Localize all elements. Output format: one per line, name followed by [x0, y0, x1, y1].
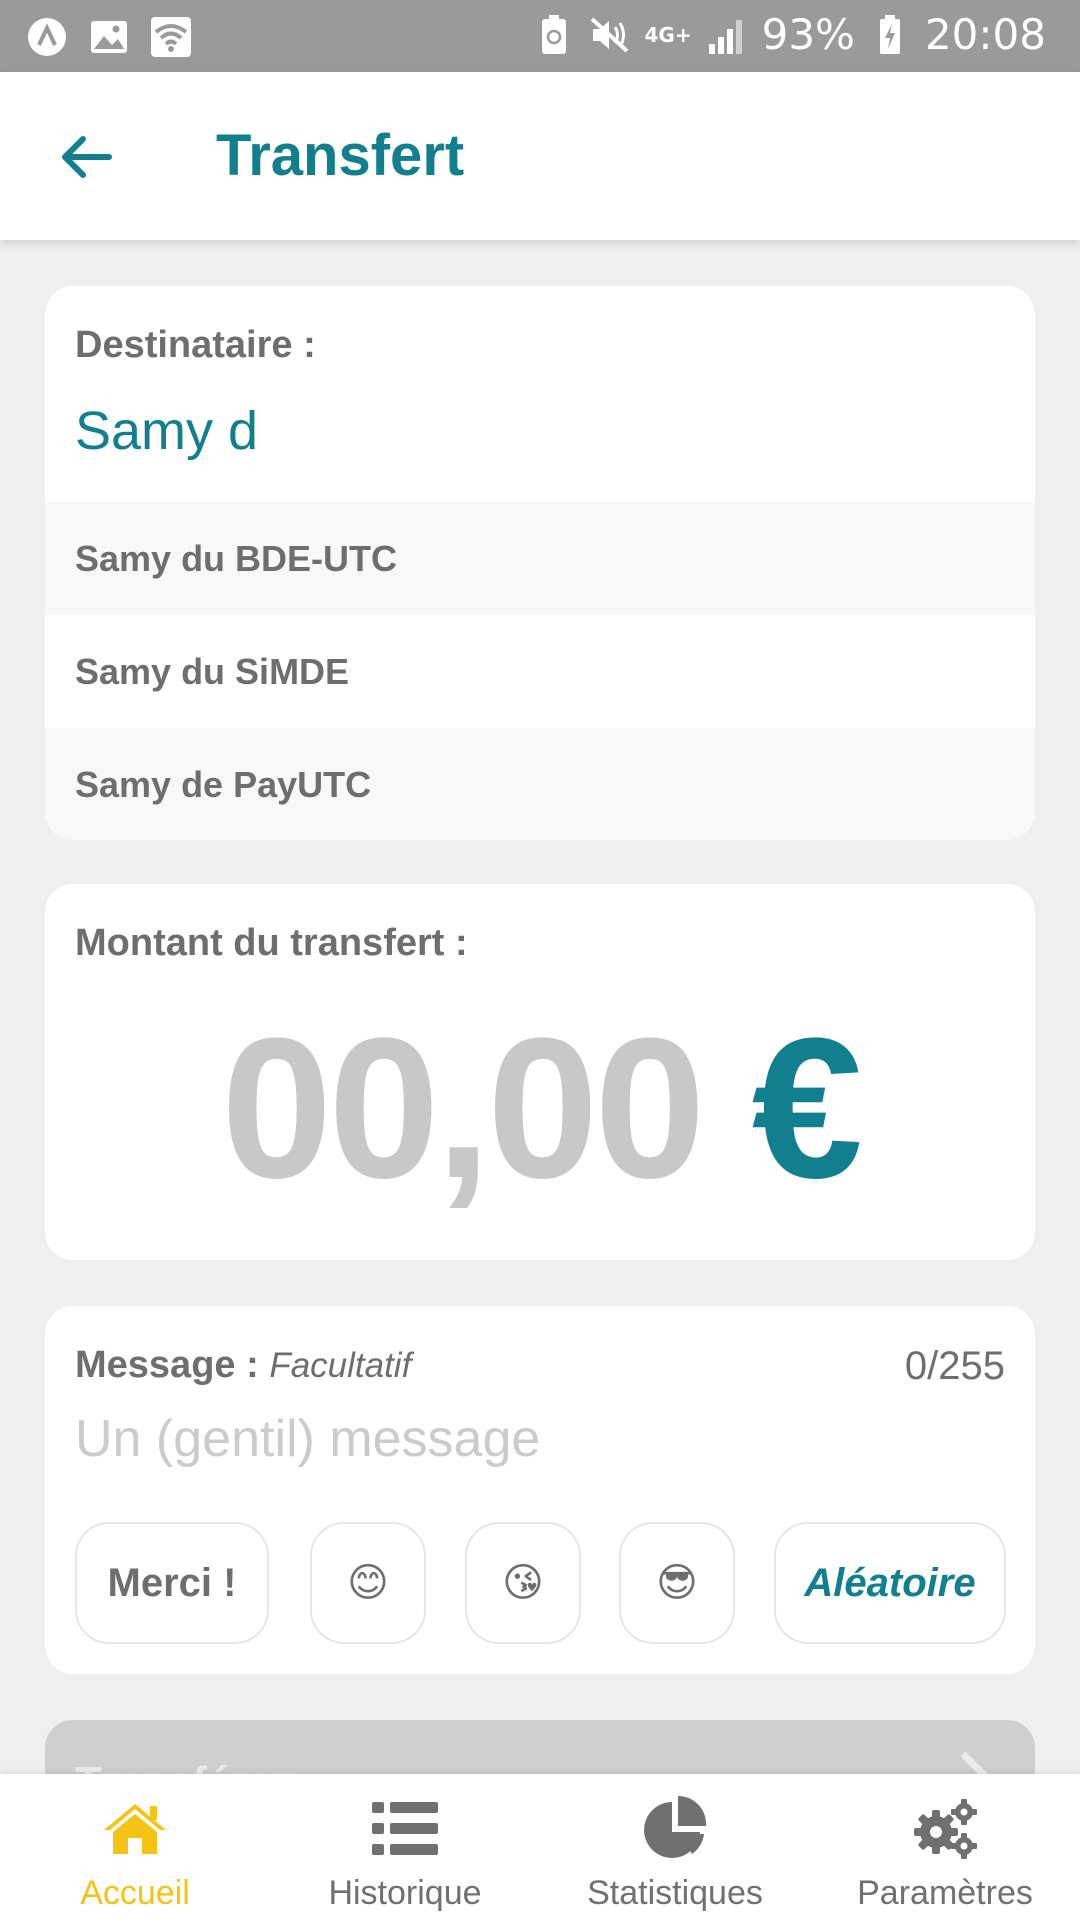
battery-percent: 93%: [761, 10, 855, 59]
home-icon: [104, 1804, 166, 1854]
bottom-navigation: Accueil Historique Statistiques Paramètr…: [0, 1774, 1080, 1920]
kiss-emoji-chip[interactable]: 😘: [465, 1522, 581, 1644]
clock: 20:08: [924, 10, 1046, 59]
back-arrow-icon: [62, 136, 112, 178]
recipient-card: Destinataire : Samy d Samy du BDE-UTC Sa…: [45, 286, 1035, 840]
image-notification-icon: [88, 16, 130, 58]
amount-label: Montant du transfert :: [75, 922, 468, 964]
sunglasses-emoji-chip[interactable]: 😎: [619, 1522, 735, 1644]
recipient-suggestion[interactable]: Samy de PayUTC: [45, 728, 1035, 840]
pie-chart-icon: [644, 1795, 707, 1858]
recipient-suggestion[interactable]: Samy du BDE-UTC: [45, 502, 1035, 615]
character-counter: 0/255: [904, 1344, 1005, 1388]
message-optional-hint: Facultatif: [269, 1346, 412, 1385]
recipient-suggestion[interactable]: Samy du SiMDE: [45, 615, 1035, 728]
back-button[interactable]: [50, 122, 120, 192]
message-input[interactable]: [75, 1404, 1005, 1474]
message-card: Message : Facultatif 0/255 Merci ! 😊 😘 😎…: [45, 1306, 1035, 1674]
amount-input[interactable]: 00,00 €: [45, 994, 1035, 1224]
nav-label-accueil: Accueil: [80, 1874, 190, 1912]
smile-emoji-chip[interactable]: 😊: [310, 1522, 426, 1644]
nav-item-statistiques[interactable]: Statistiques: [540, 1774, 810, 1920]
amount-value: 00,00: [221, 997, 705, 1220]
wifi-notification-icon: [150, 16, 192, 58]
message-label-text: Message :: [75, 1344, 259, 1386]
nav-item-parametres[interactable]: Paramètres: [810, 1774, 1080, 1920]
battery-charging-icon: [869, 14, 911, 56]
message-label: Message : Facultatif: [75, 1344, 411, 1387]
recipient-label: Destinataire :: [75, 324, 316, 366]
nav-label-historique: Historique: [328, 1874, 482, 1912]
nav-item-historique[interactable]: Historique: [270, 1774, 540, 1920]
currency-symbol: €: [751, 997, 863, 1220]
recipient-input[interactable]: Samy d: [75, 400, 258, 462]
gears-icon: [914, 1799, 977, 1859]
nav-item-accueil[interactable]: Accueil: [0, 1774, 270, 1920]
mute-icon: [589, 14, 631, 56]
network-type: 4G+: [644, 22, 692, 47]
status-bar: 4G+ 93% 20:08: [0, 0, 1080, 72]
page-title: Transfert: [216, 123, 465, 188]
random-message-chip[interactable]: Aléatoire: [774, 1522, 1006, 1644]
app-bar: Transfert: [0, 72, 1080, 240]
merci-chip[interactable]: Merci !: [75, 1522, 269, 1644]
signal-icon: [706, 14, 748, 56]
amount-card: Montant du transfert : 00,00 €: [45, 884, 1035, 1260]
nav-label-parametres: Paramètres: [857, 1874, 1033, 1912]
list-icon: [372, 1802, 438, 1855]
app-notification-icon: [26, 16, 68, 58]
battery-saver-icon: [533, 14, 575, 56]
nav-label-statistiques: Statistiques: [587, 1874, 763, 1912]
